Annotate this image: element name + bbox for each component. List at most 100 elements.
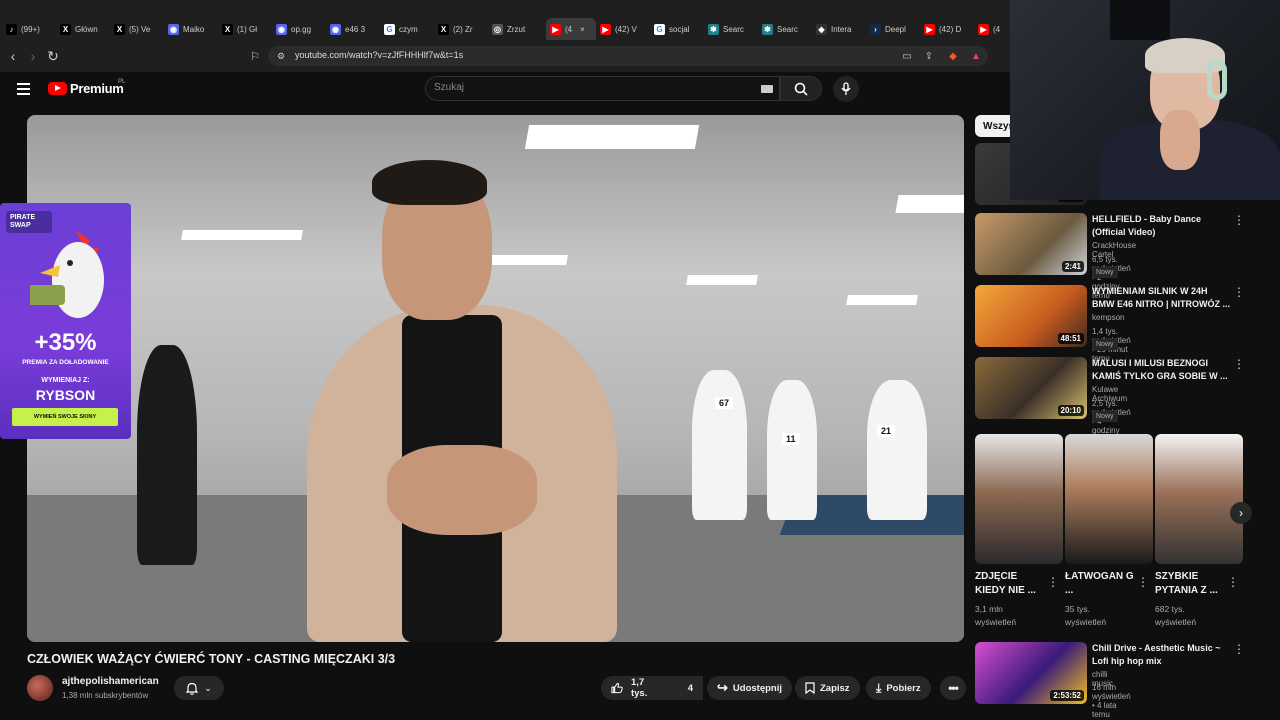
browser-tab[interactable]: X Główn — [60, 18, 110, 40]
tab-label: e46 3 — [345, 24, 366, 34]
google-icon: G — [654, 23, 665, 35]
tab-label: op.gg — [291, 24, 312, 34]
more-actions-button[interactable]: ••• — [940, 676, 966, 700]
short-thumbnail[interactable] — [1155, 434, 1243, 564]
ceiling-light — [181, 230, 303, 240]
share-button[interactable]: ↪ Udostępnij — [707, 676, 792, 700]
browser-tab[interactable]: › Deepl — [870, 18, 920, 40]
brave-shield-icon[interactable]: ◆ — [944, 47, 962, 65]
short-title[interactable]: SZYBKIE PYTANIA Z ... — [1155, 570, 1225, 598]
save-label: Zapisz — [820, 682, 850, 694]
tab-label: (4 — [565, 24, 573, 34]
browser-tab[interactable]: ▶ (4 × — [546, 18, 596, 40]
more-vertical-icon[interactable]: ⋮ — [1227, 575, 1239, 589]
short-meta: 3,1 mln wyświetleń — [975, 604, 1017, 627]
jersey-number: 67 — [715, 397, 734, 409]
forward-icon[interactable]: › — [24, 47, 42, 65]
browser-tab[interactable]: ◉ op.gg — [276, 18, 326, 40]
more-vertical-icon[interactable]: ⋮ — [1233, 357, 1245, 371]
tab-label: Zrzut — [507, 24, 526, 34]
short-title[interactable]: ZDJĘCIE KIEDY NIE ... — [975, 570, 1045, 598]
save-button[interactable]: Zapisz — [795, 676, 860, 700]
rec-title[interactable]: Chill Drive - Aesthetic Music ~ Lofi hip… — [1092, 642, 1232, 668]
screen-icon[interactable]: ▭ — [898, 47, 916, 65]
ad-line1: PREMIA ZA DOŁADOWANIE — [22, 359, 109, 366]
x-icon: X — [60, 23, 71, 35]
filter-chip-all[interactable]: Wszys — [975, 115, 1015, 137]
menu-icon[interactable] — [17, 83, 30, 95]
reload-icon[interactable]: ↻ — [44, 47, 62, 65]
browser-tab[interactable]: ▶ (42) D — [924, 18, 974, 40]
browser-tab[interactable]: Gsocjal — [654, 18, 704, 40]
browser-tab[interactable]: ◉ e46 3 — [330, 18, 380, 40]
discord-icon: ◉ — [330, 23, 341, 35]
background-person — [767, 380, 817, 520]
more-vertical-icon[interactable]: ⋮ — [1047, 575, 1059, 589]
perplexity-icon: ✱ — [762, 23, 773, 35]
voice-search-button[interactable] — [833, 76, 859, 102]
download-button[interactable]: ⤓ Pobierz — [866, 676, 931, 700]
browser-tab[interactable]: ♪ (99+) — [6, 18, 56, 40]
like-button[interactable]: 1,7 tys. 4 — [601, 676, 703, 700]
rec-title[interactable]: WYMIENIAM SILNIK W 24H BMW E46 NITRO | N… — [1092, 285, 1232, 311]
duration-badge: 20:10 — [1057, 405, 1084, 416]
browser-tab[interactable]: ✱ Searc — [708, 18, 758, 40]
rec-thumbnail[interactable]: 48:51 — [975, 285, 1087, 347]
duration-badge: 2:53:52 — [1050, 690, 1084, 701]
share-page-icon[interactable]: ⇪ — [920, 47, 938, 65]
shorts-next-button[interactable]: › — [1230, 502, 1252, 524]
youtube-icon: ▶ — [978, 23, 989, 35]
video-player[interactable]: 67 11 21 — [27, 115, 964, 642]
new-badge: Nowy — [1092, 411, 1118, 422]
bookmark-icon[interactable]: ⚐ — [246, 47, 264, 65]
browser-tab[interactable]: X (1) Gł — [222, 18, 272, 40]
subscription-bell-button[interactable]: ⌄ — [174, 676, 224, 700]
keyboard-icon[interactable] — [761, 85, 773, 93]
download-label: Pobierz — [886, 682, 921, 694]
jersey-number: 11 — [782, 433, 800, 445]
duration-badge: 48:51 — [1057, 333, 1084, 344]
channel-avatar[interactable] — [27, 675, 53, 701]
rec-channel[interactable]: kempson — [1092, 313, 1124, 322]
more-vertical-icon[interactable]: ⋮ — [1233, 285, 1245, 299]
more-vertical-icon[interactable]: ⋮ — [1233, 213, 1245, 227]
ad-cta-button[interactable]: WYMIEŃ SWOJE SKINY — [12, 408, 118, 426]
browser-tab[interactable]: ▶ (42) V — [600, 18, 650, 40]
ceiling-light — [686, 275, 758, 285]
duration-badge: 2:41 — [1061, 261, 1084, 272]
logo-text[interactable]: Premium — [70, 81, 124, 96]
site-info-icon[interactable]: ⚙ — [272, 47, 290, 65]
youtube-icon: ▶ — [600, 23, 611, 35]
short-title[interactable]: ŁATWOGAN G ... — [1065, 570, 1135, 598]
rec-thumbnail[interactable]: 20:10 — [975, 357, 1087, 419]
short-thumbnail[interactable] — [1065, 434, 1153, 564]
rewards-icon[interactable]: ▲ — [967, 47, 985, 65]
browser-tab[interactable]: ◉ Maiko — [168, 18, 218, 40]
browser-tab[interactable]: X (5) Ve — [114, 18, 164, 40]
tab-label: (4 — [993, 24, 1001, 34]
browser-tab[interactable]: X (2) Zr — [438, 18, 488, 40]
overlay-ad[interactable]: PIRATE SWAP +35% PREMIA ZA DOŁADOWANIE W… — [0, 203, 131, 439]
back-icon[interactable]: ‹ — [4, 47, 22, 65]
rec-title[interactable]: HELLFIELD - Baby Dance (Official Video) — [1092, 213, 1232, 239]
rec-title[interactable]: MALUSI I MILUSI BEZNOGI KAMIŚ TYLKO GRA … — [1092, 357, 1232, 383]
more-vertical-icon[interactable]: ⋮ — [1137, 575, 1149, 589]
short-meta: 682 tys. wyświetleń — [1155, 604, 1197, 627]
search-button[interactable] — [780, 76, 822, 101]
tab-label: (1) Gł — [237, 24, 257, 34]
youtube-logo-icon[interactable] — [48, 82, 67, 95]
channel-name[interactable]: ajthepolishamerican — [62, 676, 159, 687]
like-count: 1,7 tys. — [630, 677, 648, 699]
tab-label: Searc — [723, 24, 744, 34]
browser-tab[interactable]: ◆ Intera — [816, 18, 866, 40]
search-input[interactable] — [425, 76, 780, 101]
rec-thumbnail[interactable]: 2:41 — [975, 213, 1087, 275]
trophy-shelf — [1110, 0, 1170, 40]
short-thumbnail[interactable] — [975, 434, 1063, 564]
browser-tab[interactable]: ◎ Zrzut — [492, 18, 542, 40]
browser-tab[interactable]: ✱ Searc — [762, 18, 812, 40]
rec-thumbnail[interactable]: 2:53:52 — [975, 642, 1087, 704]
close-tab-icon[interactable]: × — [580, 25, 585, 34]
more-vertical-icon[interactable]: ⋮ — [1233, 642, 1245, 656]
browser-tab[interactable]: Gczym — [384, 18, 434, 40]
